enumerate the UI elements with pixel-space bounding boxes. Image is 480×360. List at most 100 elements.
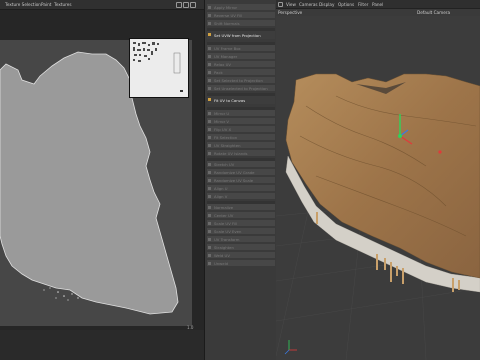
command-label: UV Transform bbox=[214, 237, 240, 242]
command-label: Reverse UV Fill bbox=[214, 13, 243, 18]
home-icon[interactable] bbox=[176, 2, 182, 8]
command-icon bbox=[208, 6, 211, 9]
command-icon bbox=[208, 33, 211, 36]
command-label: UV Manager bbox=[214, 54, 238, 59]
command-icon bbox=[208, 214, 211, 217]
viewport-projection-label: Perspective bbox=[278, 10, 303, 15]
command-item[interactable]: Set Selected to Projection bbox=[207, 77, 275, 84]
command-item[interactable]: Rotate UV Islands bbox=[207, 150, 275, 157]
command-icon bbox=[208, 187, 211, 190]
command-icon bbox=[208, 87, 211, 90]
command-label: Randomize UV Grade bbox=[214, 170, 255, 175]
uv-commands-panel: Apply Mirror Reverse UV Fill Shift Normals… bbox=[204, 0, 279, 360]
command-item[interactable]: Relax UV bbox=[207, 61, 275, 68]
command-item[interactable]: Align V bbox=[207, 193, 275, 200]
texture-atlas-image bbox=[130, 39, 188, 97]
command-label: Flip UV X bbox=[214, 127, 232, 132]
command-item[interactable]: Reverse UV Fill bbox=[207, 12, 275, 19]
uv-menubar: Texture Selection Paint Textures bbox=[0, 0, 204, 10]
menu-display[interactable]: Display bbox=[319, 2, 334, 7]
viewport-camera-label[interactable]: Default Camera bbox=[417, 10, 450, 15]
command-icon bbox=[208, 136, 211, 139]
command-label: Set Unselected to Projection bbox=[214, 86, 268, 91]
command-item[interactable]: Center UV bbox=[207, 212, 275, 219]
viewport-panel: View Cameras Display Options Filter Pane… bbox=[276, 0, 480, 360]
command-item[interactable]: Straighten bbox=[207, 244, 275, 251]
command-item[interactable]: Flip UV X bbox=[207, 126, 275, 133]
command-label: Mirror U bbox=[214, 111, 230, 116]
command-icon bbox=[208, 14, 211, 17]
command-icon bbox=[208, 171, 211, 174]
command-item[interactable]: Align U bbox=[207, 185, 275, 192]
command-item[interactable]: UV Frame Box bbox=[207, 45, 275, 52]
expand-icon[interactable] bbox=[190, 2, 196, 8]
command-label: Stretch UV bbox=[214, 162, 235, 167]
menu-paint[interactable]: Paint bbox=[41, 2, 51, 7]
menu-cameras[interactable]: Cameras bbox=[299, 2, 318, 7]
command-icon bbox=[208, 195, 211, 198]
command-label: Scale UV Even bbox=[214, 229, 242, 234]
command-label: Normalize bbox=[214, 205, 234, 210]
command-item[interactable]: Pack bbox=[207, 69, 275, 76]
menu-view[interactable]: View bbox=[286, 2, 296, 7]
command-label: Set UVW from Projection bbox=[214, 33, 261, 38]
command-item[interactable]: Randomize UV Scale bbox=[207, 177, 275, 184]
command-item[interactable]: Normalize bbox=[207, 204, 275, 211]
command-icon bbox=[208, 128, 211, 131]
command-label: Fit Selection bbox=[214, 135, 238, 140]
command-item[interactable]: Scale UV Even bbox=[207, 228, 275, 235]
command-icon bbox=[208, 246, 211, 249]
command-item[interactable]: Set UVW from Projection bbox=[207, 31, 275, 40]
command-label: Apply Mirror bbox=[214, 5, 238, 10]
command-item[interactable]: Fit UV to Canvas bbox=[207, 96, 275, 105]
command-item[interactable]: Set Unselected to Projection bbox=[207, 85, 275, 92]
command-label: Align U bbox=[214, 186, 228, 191]
command-item[interactable]: Mirror U bbox=[207, 110, 275, 117]
command-label: Relax UV bbox=[214, 62, 232, 67]
command-item[interactable]: Mirror V bbox=[207, 118, 275, 125]
command-label: Set Selected to Projection bbox=[214, 78, 263, 83]
command-label: Align V bbox=[214, 194, 228, 199]
command-label: UV Frame Box bbox=[214, 46, 241, 51]
command-icon bbox=[208, 71, 211, 74]
command-icon bbox=[208, 262, 211, 265]
command-item[interactable]: UV Manager bbox=[207, 53, 275, 60]
command-label: Pack bbox=[214, 70, 223, 75]
command-label: Randomize UV Scale bbox=[214, 178, 254, 183]
menu-texture-selection[interactable]: Texture Selection bbox=[5, 2, 41, 7]
command-item[interactable]: Apply Mirror bbox=[207, 4, 275, 11]
command-item[interactable]: UV Straighten bbox=[207, 142, 275, 149]
command-icon bbox=[208, 254, 211, 257]
lock-icon[interactable] bbox=[183, 2, 189, 8]
menu-options[interactable]: Options bbox=[338, 2, 354, 7]
menu-panel[interactable]: Panel bbox=[372, 2, 383, 7]
command-icon bbox=[208, 206, 211, 209]
command-item[interactable]: Weld UV bbox=[207, 252, 275, 259]
viewport-3d-scene[interactable] bbox=[276, 16, 480, 360]
viewport-layout-icon[interactable] bbox=[278, 2, 283, 7]
menu-textures[interactable]: Textures bbox=[54, 2, 72, 7]
command-label: Straighten bbox=[214, 245, 234, 250]
command-item[interactable]: Stretch UV bbox=[207, 161, 275, 168]
command-item[interactable]: Unweld bbox=[207, 260, 275, 267]
command-label: Shift Normals bbox=[214, 21, 240, 26]
command-icon bbox=[208, 98, 211, 101]
command-label: Rotate UV Islands bbox=[214, 151, 248, 156]
command-item[interactable]: Randomize UV Grade bbox=[207, 169, 275, 176]
command-icon bbox=[208, 22, 211, 25]
axis-indicator-icon bbox=[284, 340, 297, 355]
texture-preview-thumbnail[interactable] bbox=[129, 38, 189, 98]
command-item[interactable]: UV Transform bbox=[207, 236, 275, 243]
command-icon bbox=[208, 120, 211, 123]
command-icon bbox=[208, 179, 211, 182]
command-label: Fit UV to Canvas bbox=[214, 98, 246, 103]
command-item[interactable]: Fit Selection bbox=[207, 134, 275, 141]
command-icon bbox=[208, 79, 211, 82]
menu-filter[interactable]: Filter bbox=[358, 2, 368, 7]
command-icon bbox=[208, 222, 211, 225]
command-item[interactable]: Shift Normals bbox=[207, 20, 275, 27]
command-label: Unweld bbox=[214, 261, 229, 266]
command-label: Scale UV Fill bbox=[214, 221, 238, 226]
command-icon bbox=[208, 238, 211, 241]
command-item[interactable]: Scale UV Fill bbox=[207, 220, 275, 227]
